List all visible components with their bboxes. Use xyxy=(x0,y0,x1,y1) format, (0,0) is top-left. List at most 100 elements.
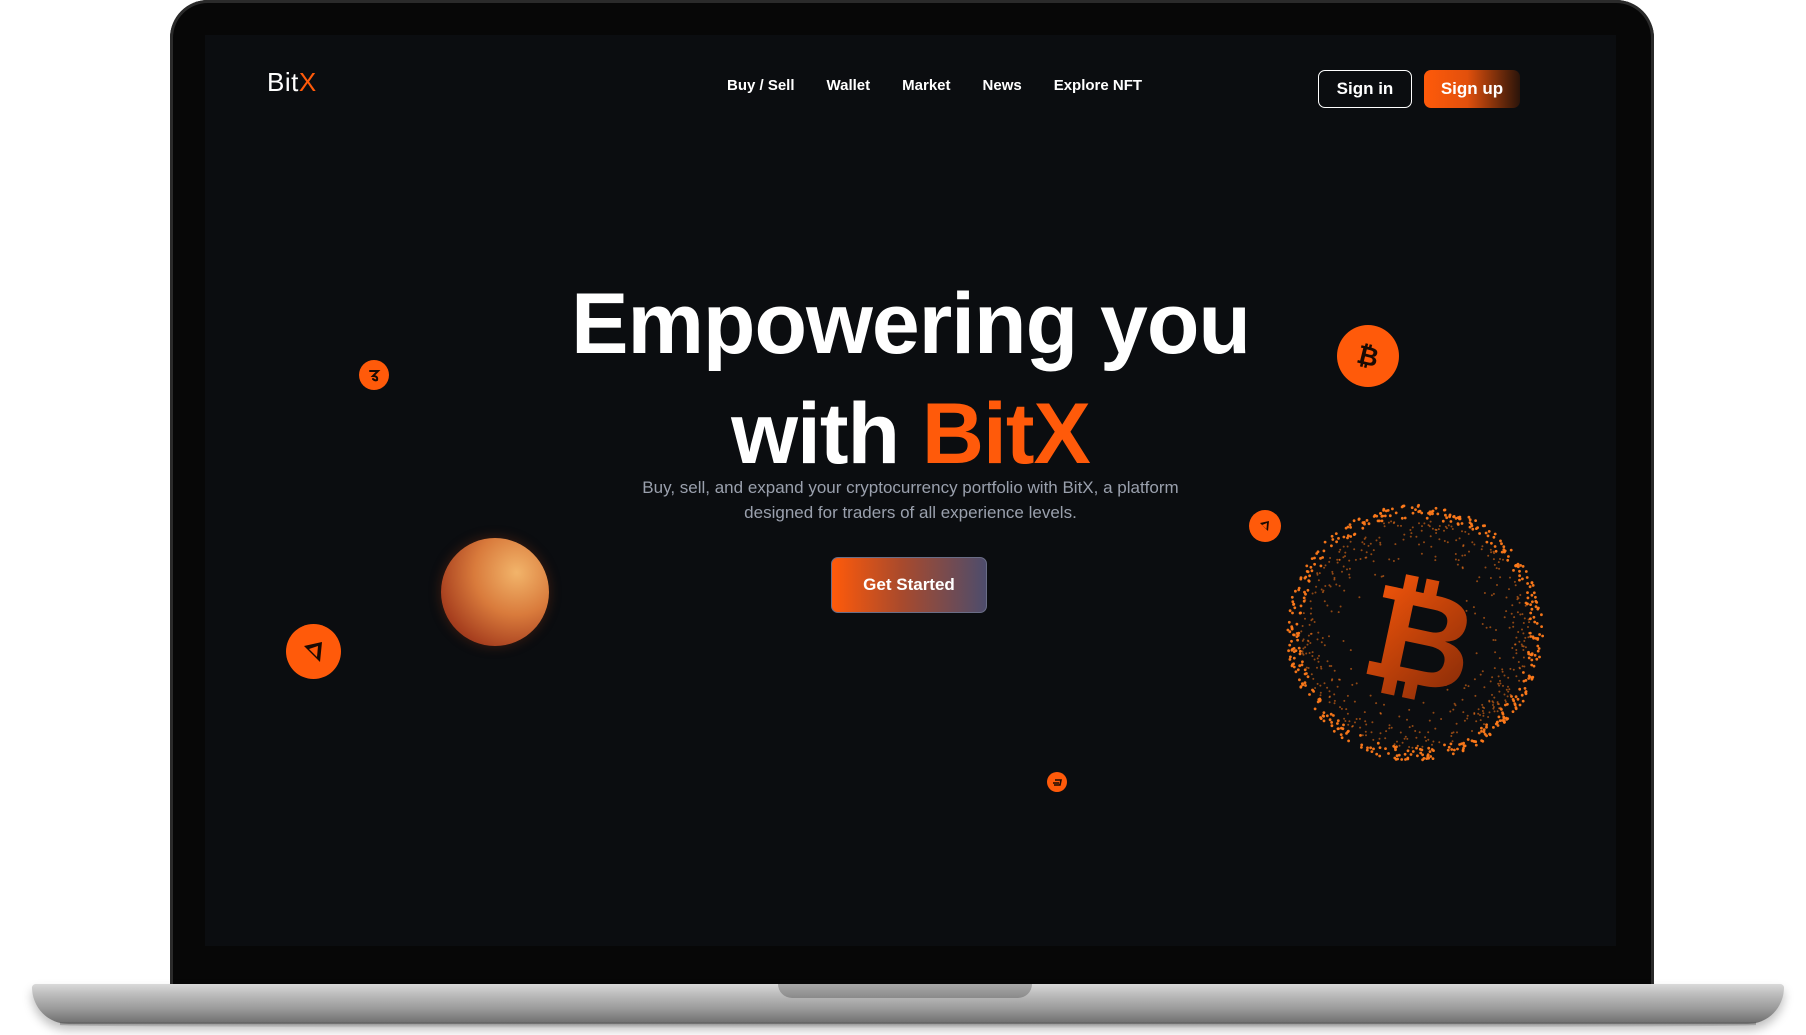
globe-dot xyxy=(1474,740,1478,744)
brand-logo[interactable]: BitX xyxy=(267,67,317,98)
globe-dot xyxy=(1355,718,1358,720)
globe-dot xyxy=(1289,655,1292,659)
globe-dot xyxy=(1446,748,1450,752)
globe-dot xyxy=(1338,678,1341,681)
globe-dot xyxy=(1516,611,1519,614)
ethereum-coin-icon xyxy=(286,624,341,679)
globe-dot xyxy=(1534,605,1538,609)
globe-dot xyxy=(1526,591,1529,594)
globe-dot xyxy=(1364,730,1367,733)
globe-dot xyxy=(1471,527,1475,531)
globe-dot xyxy=(1342,545,1345,548)
globe-dot xyxy=(1523,640,1526,642)
globe-dot xyxy=(1319,691,1322,694)
globe-dot xyxy=(1307,579,1311,583)
nav-item-wallet[interactable]: Wallet xyxy=(827,77,871,94)
globe-dot xyxy=(1420,748,1424,752)
globe-dot xyxy=(1530,663,1534,667)
globe-dot xyxy=(1314,591,1317,594)
nav-item-explore-nft[interactable]: Explore NFT xyxy=(1054,77,1142,94)
globe-dot xyxy=(1319,694,1322,697)
globe-dot xyxy=(1520,643,1523,646)
globe-dot xyxy=(1370,731,1373,734)
globe-dot xyxy=(1404,735,1407,738)
globe-dot xyxy=(1497,682,1500,685)
globe-dot xyxy=(1394,543,1397,546)
globe-dot xyxy=(1461,566,1464,569)
globe-dot xyxy=(1530,658,1534,662)
globe-dot xyxy=(1435,532,1438,534)
globe-dot xyxy=(1506,695,1509,698)
nav-item-buy-sell[interactable]: Buy / Sell xyxy=(727,77,795,94)
globe-dot xyxy=(1320,588,1323,591)
globe-dot xyxy=(1466,717,1469,720)
globe-dot xyxy=(1308,623,1311,626)
globe-dot xyxy=(1319,564,1323,568)
globe-dot xyxy=(1324,564,1327,567)
globe-dot xyxy=(1319,716,1322,719)
globe-dot xyxy=(1492,535,1496,539)
globe-dot xyxy=(1318,572,1321,575)
globe-dot xyxy=(1328,718,1332,722)
globe-dot xyxy=(1365,556,1368,559)
globe-dot xyxy=(1322,589,1325,592)
globe-dot xyxy=(1387,521,1390,524)
globe-dot xyxy=(1418,522,1420,525)
sign-up-button[interactable]: Sign up xyxy=(1424,70,1520,108)
globe-dot xyxy=(1518,679,1521,682)
globe-dot xyxy=(1519,613,1522,616)
globe-dot xyxy=(1524,570,1528,573)
globe-dot xyxy=(1303,668,1307,672)
globe-dot xyxy=(1392,522,1395,525)
globe-dot xyxy=(1435,529,1438,531)
globe-dot xyxy=(1315,585,1318,588)
globe-dot xyxy=(1391,507,1394,511)
globe-dot xyxy=(1383,522,1385,525)
globe-dot xyxy=(1523,687,1527,690)
globe-dot xyxy=(1311,655,1314,657)
globe-dot xyxy=(1345,732,1348,735)
globe-dot xyxy=(1508,626,1511,629)
globe-dot xyxy=(1470,739,1474,743)
nav-item-market[interactable]: Market xyxy=(902,77,950,94)
globe-dot xyxy=(1526,596,1530,600)
globe-dot xyxy=(1310,673,1313,676)
globe-dot xyxy=(1299,649,1302,653)
globe-dot xyxy=(1411,511,1415,515)
globe-dot xyxy=(1508,588,1510,591)
globe-dot xyxy=(1308,574,1311,578)
bitcoin-globe-icon: ₿ xyxy=(1286,503,1544,762)
get-started-button[interactable]: Get Started xyxy=(831,557,987,613)
nav-item-news[interactable]: News xyxy=(983,77,1022,94)
globe-dot xyxy=(1528,585,1532,589)
globe-dot xyxy=(1528,675,1532,679)
globe-dot xyxy=(1529,635,1533,638)
globe-dot xyxy=(1317,660,1320,663)
globe-dot xyxy=(1487,554,1490,557)
globe-dot xyxy=(1524,679,1528,682)
globe-dot xyxy=(1420,529,1423,532)
globe-dot xyxy=(1338,550,1341,553)
globe-dot xyxy=(1518,578,1521,582)
globe-dot xyxy=(1295,622,1299,626)
globe-dot xyxy=(1360,746,1363,749)
globe-dot xyxy=(1306,643,1309,646)
globe-dot xyxy=(1531,600,1534,604)
globe-dot xyxy=(1521,613,1524,616)
globe-dot xyxy=(1358,717,1361,720)
globe-dot xyxy=(1322,714,1326,718)
globe-dot xyxy=(1312,690,1315,693)
globe-dot xyxy=(1499,679,1501,682)
globe-dot xyxy=(1309,642,1312,644)
globe-dot xyxy=(1313,707,1317,711)
globe-dot xyxy=(1485,540,1489,544)
globe-dot xyxy=(1461,554,1464,557)
globe-dot xyxy=(1418,543,1420,546)
globe-dot xyxy=(1288,658,1292,661)
globe-dot xyxy=(1515,675,1518,678)
globe-dot xyxy=(1532,615,1536,619)
globe-dot xyxy=(1287,620,1291,624)
sign-in-button[interactable]: Sign in xyxy=(1318,70,1412,108)
globe-dot xyxy=(1464,530,1467,533)
globe-dot xyxy=(1304,592,1307,596)
